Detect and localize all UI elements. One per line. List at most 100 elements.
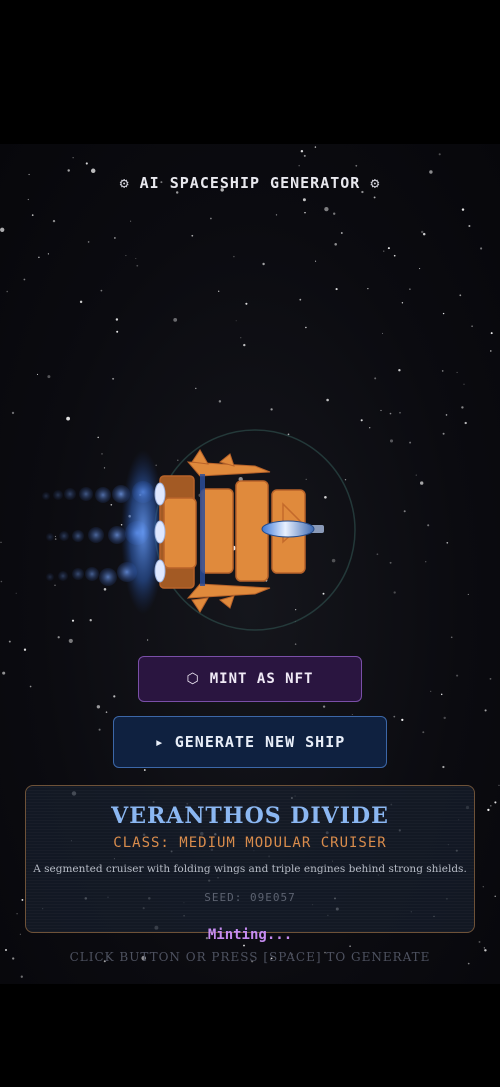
star	[38, 256, 40, 259]
star	[409, 288, 411, 290]
star	[440, 693, 443, 696]
star	[442, 312, 445, 315]
star	[438, 153, 441, 156]
cockpit-icon	[261, 520, 315, 538]
star	[334, 243, 337, 246]
star	[380, 409, 382, 412]
star	[314, 146, 317, 148]
star	[349, 945, 351, 948]
star	[300, 149, 304, 153]
star	[27, 198, 29, 201]
star	[114, 237, 116, 239]
star	[459, 294, 462, 297]
star	[302, 198, 306, 202]
star	[262, 262, 265, 266]
star	[422, 232, 426, 236]
hull-stripe	[200, 474, 205, 586]
star	[21, 898, 24, 901]
star	[322, 705, 326, 708]
star	[340, 232, 343, 234]
generate-ship-button[interactable]: ▸ GENERATE NEW SHIP	[113, 716, 387, 768]
star	[305, 326, 307, 329]
star	[275, 214, 278, 216]
star	[471, 325, 473, 328]
star	[47, 253, 50, 255]
star	[487, 808, 490, 812]
star	[130, 220, 132, 222]
spaceship-render	[42, 429, 356, 631]
star	[304, 211, 306, 214]
star	[0, 227, 5, 232]
star	[303, 154, 306, 157]
star	[218, 290, 220, 292]
star	[498, 784, 500, 787]
star	[480, 247, 483, 250]
star	[20, 975, 23, 978]
star	[218, 400, 222, 403]
mint-nft-button[interactable]: ⬡ MINT AS NFT	[138, 656, 362, 702]
star	[456, 371, 458, 373]
star	[490, 350, 492, 352]
ship-seed: SEED: 09E057	[204, 891, 296, 904]
star	[173, 318, 178, 322]
star	[2, 671, 6, 675]
star	[113, 695, 116, 698]
star	[85, 162, 88, 165]
star	[315, 260, 317, 262]
star	[79, 300, 83, 304]
star	[401, 302, 404, 304]
star	[52, 219, 56, 223]
star	[420, 230, 424, 234]
star	[96, 705, 101, 709]
star	[72, 157, 74, 159]
star	[195, 387, 197, 390]
play-icon: ▸	[154, 733, 165, 751]
mint-nft-label: MINT AS NFT	[209, 671, 314, 687]
star	[23, 278, 26, 281]
star	[240, 337, 242, 339]
star	[482, 886, 484, 888]
star	[442, 765, 445, 769]
star	[116, 330, 119, 333]
star	[367, 288, 369, 290]
star	[456, 674, 459, 677]
star	[443, 716, 446, 720]
star	[494, 895, 496, 897]
mint-status: Minting...	[207, 927, 293, 943]
star	[430, 690, 432, 693]
star	[135, 257, 137, 260]
star	[461, 406, 464, 409]
star	[333, 212, 336, 215]
star	[235, 320, 237, 322]
star	[401, 718, 404, 722]
hexagon-icon: ⬡	[186, 671, 200, 687]
star	[483, 947, 485, 949]
star	[16, 912, 18, 915]
star	[115, 318, 119, 321]
star	[6, 290, 8, 293]
page-title: ⚙ AI SPACESHIP GENERATOR ⚙	[0, 174, 500, 192]
star	[355, 164, 358, 167]
star	[419, 268, 421, 270]
star	[210, 217, 212, 220]
star	[299, 298, 302, 301]
star	[373, 196, 376, 199]
ship-description: A segmented cruiser with folding wings a…	[33, 863, 467, 875]
star	[383, 250, 385, 252]
star	[112, 377, 115, 380]
star	[351, 713, 353, 716]
star	[494, 801, 497, 804]
star	[90, 168, 96, 174]
star	[87, 241, 90, 243]
star	[47, 375, 51, 379]
star	[490, 805, 492, 807]
star	[243, 343, 246, 347]
star	[463, 383, 465, 385]
star	[31, 214, 34, 216]
star	[468, 224, 471, 228]
star	[326, 398, 329, 402]
star	[67, 169, 70, 172]
star	[387, 247, 390, 250]
ship-class: CLASS: MEDIUM MODULAR CRUISER	[113, 835, 387, 851]
star	[105, 711, 108, 713]
